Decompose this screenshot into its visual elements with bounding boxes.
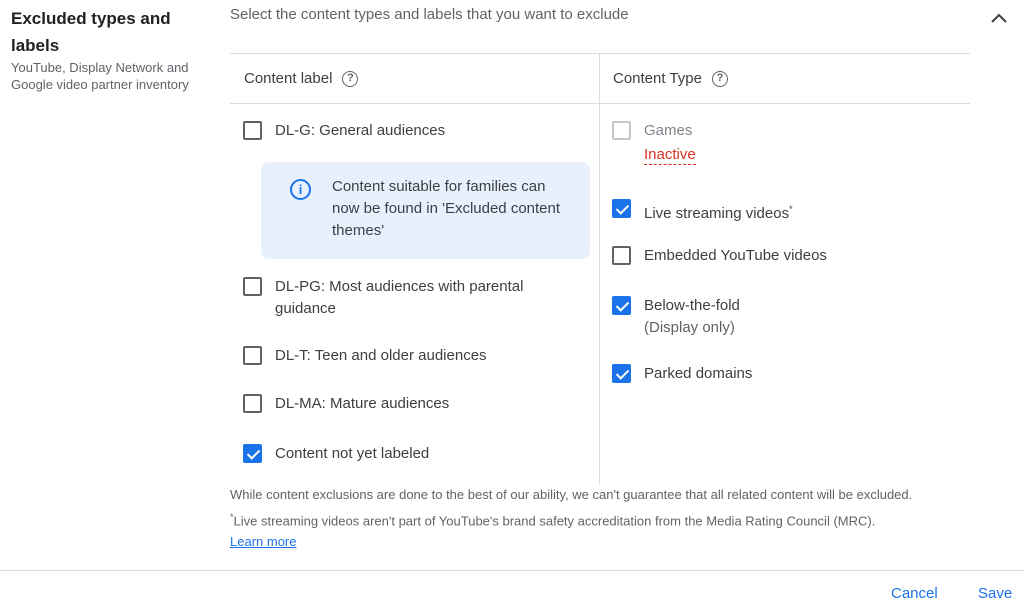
- option-not-labeled[interactable]: Content not yet labeled: [243, 443, 429, 465]
- option-live-streaming[interactable]: Live streaming videos*: [612, 198, 793, 225]
- checkbox[interactable]: [612, 364, 631, 383]
- content-label-header: Content label ?: [244, 70, 359, 87]
- instructions-text: Select the content types and labels that…: [230, 6, 629, 23]
- help-icon[interactable]: ?: [342, 70, 359, 87]
- chevron-up-icon: [991, 13, 1007, 23]
- content-type-header: Content Type ?: [613, 70, 728, 87]
- footer-divider: [0, 570, 1024, 571]
- option-label: DL-MA: Mature audiences: [275, 395, 450, 412]
- checkbox[interactable]: [243, 121, 262, 140]
- option-parked-domains[interactable]: Parked domains: [612, 363, 752, 385]
- footnote-text: *Live streaming videos aren't part of Yo…: [230, 512, 875, 528]
- checkbox[interactable]: [612, 296, 631, 315]
- checkbox[interactable]: [243, 444, 262, 463]
- inactive-status[interactable]: Inactive: [644, 146, 696, 165]
- below-fold-label: Below-the-fold: [644, 297, 740, 314]
- table-header-divider: [230, 103, 970, 104]
- content-type-heading: Content Type: [613, 70, 702, 87]
- checkbox[interactable]: [612, 199, 631, 218]
- section-title: Excluded types and labels: [11, 9, 171, 55]
- info-icon: i: [290, 179, 311, 200]
- checkbox[interactable]: [243, 346, 262, 365]
- option-label: DL-PG: Most audiences with parental guid…: [275, 278, 524, 317]
- option-below-the-fold[interactable]: Below-the-fold (Display only): [612, 295, 740, 339]
- live-streaming-label: Live streaming videos: [644, 205, 790, 222]
- checkbox[interactable]: [612, 246, 631, 265]
- games-label: Games: [644, 122, 693, 139]
- table-top-divider: [230, 53, 970, 54]
- save-button[interactable]: Save: [978, 585, 1012, 602]
- option-label: Parked domains: [644, 365, 753, 382]
- exclusion-table: Content label ? Content Type ?: [230, 53, 970, 485]
- footnote-body: Live streaming videos aren't part of You…: [233, 513, 876, 529]
- option-label: DL-G: General audiences: [275, 122, 446, 139]
- option-dl-pg[interactable]: DL-PG: Most audiences with parental guid…: [243, 276, 573, 320]
- learn-more-link[interactable]: Learn more: [230, 534, 296, 549]
- option-games: Games Inactive: [612, 120, 696, 166]
- checkbox[interactable]: [243, 394, 262, 413]
- cancel-button[interactable]: Cancel: [891, 585, 938, 602]
- collapse-button[interactable]: [986, 8, 1012, 30]
- option-label: Content not yet labeled: [275, 445, 430, 462]
- option-label: Embedded YouTube videos: [644, 247, 827, 264]
- option-label: Below-the-fold (Display only): [644, 295, 740, 339]
- below-fold-sublabel: (Display only): [644, 319, 735, 336]
- option-label: DL-T: Teen and older audiences: [275, 347, 487, 364]
- option-label: Games Inactive: [644, 120, 696, 166]
- footnote-marker: *: [789, 204, 793, 214]
- option-dl-g[interactable]: DL-G: General audiences: [243, 120, 445, 142]
- content-label-heading: Content label: [244, 70, 333, 87]
- option-embedded-youtube[interactable]: Embedded YouTube videos: [612, 245, 827, 267]
- info-banner: i Content suitable for families can now …: [261, 162, 590, 259]
- help-icon[interactable]: ?: [711, 70, 728, 87]
- option-label: Live streaming videos*: [644, 198, 793, 225]
- option-dl-ma[interactable]: DL-MA: Mature audiences: [243, 393, 449, 415]
- disclaimer-text: While content exclusions are done to the…: [230, 487, 913, 502]
- checkbox: [612, 121, 631, 140]
- checkbox[interactable]: [243, 277, 262, 296]
- info-banner-text: Content suitable for families can now be…: [332, 178, 561, 239]
- option-dl-t[interactable]: DL-T: Teen and older audiences: [243, 345, 487, 367]
- section-subtitle: YouTube, Display Network and Google vide…: [11, 60, 189, 92]
- column-divider: [599, 53, 600, 485]
